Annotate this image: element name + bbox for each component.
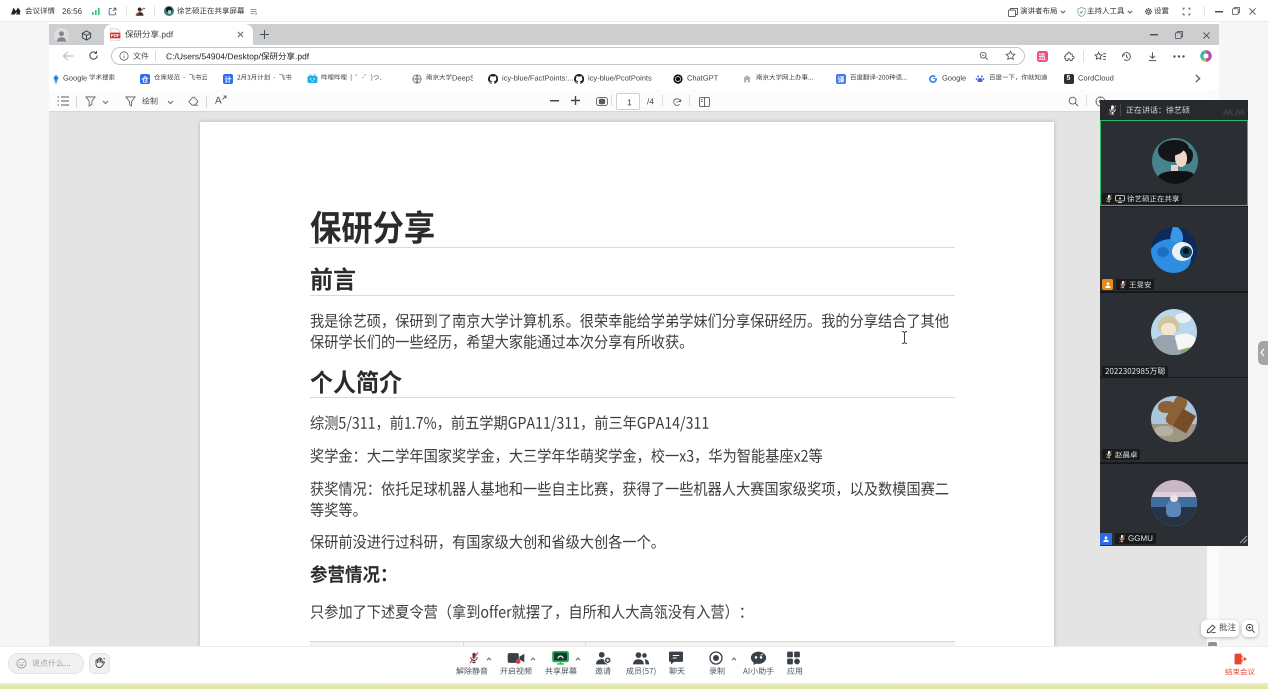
svg-text:PDF: PDF xyxy=(111,33,120,38)
